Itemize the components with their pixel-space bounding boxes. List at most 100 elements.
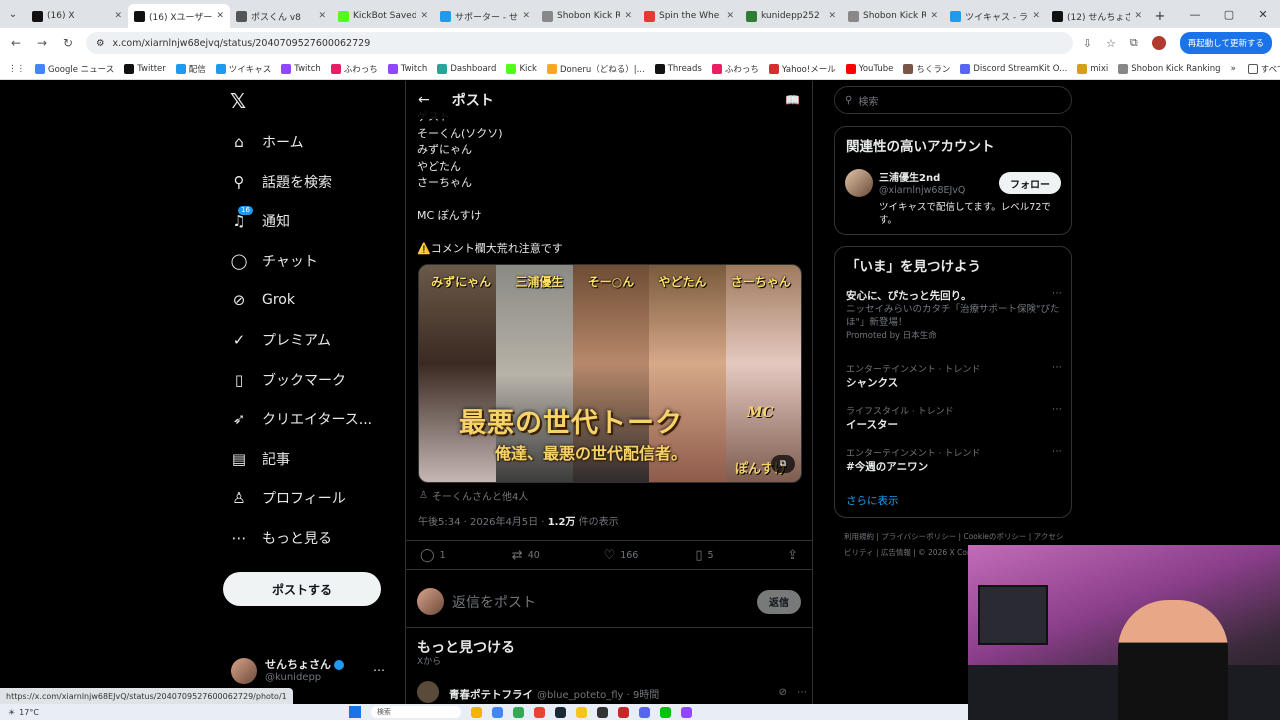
reader-mode-icon[interactable]: 📖 bbox=[785, 93, 800, 107]
all-bookmarks-folder[interactable]: すべてのブック bbox=[1247, 63, 1280, 75]
new-tab-button[interactable]: + bbox=[1148, 4, 1172, 28]
start-button[interactable] bbox=[348, 706, 361, 718]
nav-item-bookmark[interactable]: ▯ ブックマーク bbox=[230, 368, 346, 392]
bookmarks-overflow-icon[interactable]: » bbox=[1231, 64, 1236, 74]
more-options-icon[interactable]: ⋯ bbox=[1052, 362, 1062, 373]
bookmark-item[interactable]: YouTube bbox=[845, 63, 893, 74]
taskbar-app-icon[interactable] bbox=[596, 706, 608, 718]
bookmark-item[interactable]: ふわっち bbox=[711, 63, 759, 75]
bookmark-item[interactable]: ふわっち bbox=[330, 63, 378, 75]
nav-item-rocket[interactable]: ➶ クリエイタース... bbox=[230, 407, 372, 431]
list-item[interactable]: 青春ポテトフライ @blue_poteto_fly · 9時間 ⊘ ⋯ bbox=[417, 681, 807, 703]
account-switcher[interactable]: せんちょさん @kunidepp ⋯ bbox=[231, 655, 391, 687]
author-name[interactable]: 青春ポテトフライ bbox=[449, 689, 533, 701]
compose-post-button[interactable]: ポストする bbox=[223, 572, 381, 606]
close-tab-icon[interactable]: ✕ bbox=[1032, 11, 1040, 21]
reply-action[interactable]: ◯ 1 bbox=[420, 548, 512, 563]
star-icon[interactable]: ☆ bbox=[1106, 37, 1116, 50]
extensions-icon[interactable]: ⧉ bbox=[1130, 36, 1138, 50]
more-options-icon[interactable]: ⋯ bbox=[797, 687, 807, 698]
browser-tab[interactable]: Spin the Whe ✕ bbox=[638, 4, 740, 28]
browser-tab[interactable]: kunidepp252 ✕ bbox=[740, 4, 842, 28]
post-image[interactable]: みずにゃん 三浦優生 そー○ん やどたん さーちゃん 最悪の世代トーク 俺達、最悪の世代… bbox=[418, 264, 802, 483]
avatar[interactable] bbox=[845, 169, 873, 197]
taskbar-search[interactable]: 検索 bbox=[370, 706, 461, 718]
weather-widget[interactable]: ☀ 17°C bbox=[8, 708, 39, 717]
grok-icon[interactable]: ⊘ bbox=[779, 687, 787, 698]
rec-name[interactable]: 三浦優生2nd bbox=[879, 169, 940, 184]
more-options-icon[interactable]: ⋯ bbox=[1052, 446, 1062, 457]
bookmark-item[interactable]: Dashboard bbox=[437, 63, 496, 74]
restart-update-button[interactable]: 再起動して更新する bbox=[1179, 32, 1272, 54]
nav-item-profile[interactable]: ♙ プロフィール bbox=[230, 486, 345, 510]
reply-input[interactable]: 返信をポスト bbox=[452, 592, 749, 612]
taskbar-app-icon[interactable] bbox=[680, 706, 692, 718]
more-options-icon[interactable]: ⋯ bbox=[1052, 404, 1062, 415]
taskbar-app-icon[interactable] bbox=[575, 706, 587, 718]
taskbar-app-icon[interactable] bbox=[470, 706, 482, 718]
bookmark-item[interactable]: Doneru（どねる）|... bbox=[546, 63, 645, 75]
close-tab-icon[interactable]: ✕ bbox=[216, 11, 224, 21]
bookmark-item[interactable]: Yahoo!メール bbox=[768, 63, 836, 75]
bookmark-item[interactable]: Kick bbox=[506, 63, 537, 74]
close-tab-icon[interactable]: ✕ bbox=[318, 11, 326, 21]
nav-item-chat[interactable]: ◯ チャット bbox=[230, 249, 318, 273]
bookmark-item[interactable]: ツイキャス bbox=[215, 63, 271, 75]
forward-icon[interactable]: → bbox=[34, 36, 50, 50]
site-info-icon[interactable]: ⚙ bbox=[96, 38, 105, 49]
taskbar-app-icon[interactable] bbox=[554, 706, 566, 718]
back-icon[interactable]: ← bbox=[8, 36, 24, 50]
bookmark-item[interactable]: ちくラン bbox=[903, 63, 950, 75]
close-window-button[interactable]: ✕ bbox=[1246, 0, 1280, 28]
browser-tab[interactable]: Shobon Kick R ✕ bbox=[536, 4, 638, 28]
close-tab-icon[interactable]: ✕ bbox=[930, 11, 938, 21]
maximize-button[interactable]: ▢ bbox=[1212, 0, 1246, 28]
nav-item-bell[interactable]: ♫ 16 通知 bbox=[230, 206, 290, 233]
close-tab-icon[interactable]: ✕ bbox=[828, 11, 836, 21]
share-action[interactable]: ⇪ bbox=[787, 548, 798, 563]
browser-tab[interactable]: KickBot Saved ✕ bbox=[332, 4, 434, 28]
trend-item[interactable]: エンターテインメント · トレンド #今週のアニワン ⋯ bbox=[846, 446, 1064, 474]
nav-item-search[interactable]: ⚲ 話題を検索 bbox=[230, 170, 333, 194]
footer-link[interactable]: 広告情報 bbox=[881, 548, 911, 557]
more-options-icon[interactable]: ⋯ bbox=[1052, 288, 1062, 299]
browser-tab[interactable]: (16) X ✕ bbox=[26, 4, 128, 28]
bookmark-item[interactable]: mixi bbox=[1077, 63, 1108, 74]
browser-tab[interactable]: サポーター - せん ✕ bbox=[434, 4, 536, 28]
bookmark-item[interactable]: Google ニュース bbox=[35, 63, 114, 75]
footer-link[interactable]: Cookieのポリシー bbox=[963, 532, 1026, 541]
nav-item-more[interactable]: ⋯ もっと見る bbox=[230, 526, 333, 550]
bookmark-item[interactable]: Twitter bbox=[124, 63, 166, 74]
browser-tab[interactable]: (12) せんちょさん✕ bbox=[1046, 4, 1148, 28]
taskbar-app-icon[interactable] bbox=[659, 706, 671, 718]
tab-search-button[interactable]: ⌄ bbox=[0, 0, 26, 28]
nav-item-premium[interactable]: ✓ プレミアム bbox=[230, 328, 331, 352]
footer-link[interactable]: プライバシーポリシー bbox=[881, 532, 956, 541]
taskbar-app-icon[interactable] bbox=[533, 706, 545, 718]
search-input[interactable]: ⚲ 検索 bbox=[834, 86, 1072, 114]
repost-action[interactable]: ⇄ 40 bbox=[512, 548, 604, 563]
taskbar-app-icon[interactable] bbox=[512, 706, 524, 718]
bookmark-action[interactable]: ▯ 5 bbox=[695, 548, 787, 563]
taskbar-app-icon[interactable] bbox=[617, 706, 629, 718]
back-arrow-icon[interactable]: ← bbox=[418, 92, 430, 108]
bookmark-item[interactable]: 配信 bbox=[175, 63, 206, 75]
tagged-users[interactable]: ♙ そーくんさんと他4人 bbox=[419, 488, 528, 503]
taskbar-app-icon[interactable] bbox=[491, 706, 503, 718]
browser-tab[interactable]: ポスくん v8 ✕ bbox=[230, 4, 332, 28]
like-action[interactable]: ♡ 166 bbox=[604, 548, 696, 563]
follow-button[interactable]: フォロー bbox=[999, 172, 1061, 194]
promoted-trend[interactable]: 安心に、ぴたっと先回り。 ニッセイみらいのカタチ「治療サポート保険"ぴたほ"」新… bbox=[846, 288, 1064, 341]
nav-item-home[interactable]: ⌂ ホーム bbox=[230, 130, 303, 154]
more-options-icon[interactable]: ⋯ bbox=[373, 663, 385, 677]
bookmark-item[interactable]: Threads bbox=[654, 63, 702, 74]
url-input[interactable]: ⚙ x.com/xiarnlnjw68ejvq/status/204070952… bbox=[86, 32, 1073, 54]
nav-item-grok[interactable]: ⊘ Grok bbox=[230, 288, 295, 312]
browser-tab[interactable]: Shobon Kick R ✕ bbox=[842, 4, 944, 28]
browser-tab[interactable]: (16) Xユーザーの✕ bbox=[128, 4, 230, 28]
show-more-link[interactable]: さらに表示 bbox=[846, 493, 899, 508]
close-tab-icon[interactable]: ✕ bbox=[522, 11, 530, 21]
bookmark-item[interactable]: Shobon Kick Ranking bbox=[1118, 63, 1221, 74]
profile-avatar[interactable] bbox=[1151, 36, 1166, 50]
bookmark-item[interactable]: Discord StreamKit O... bbox=[960, 63, 1067, 74]
